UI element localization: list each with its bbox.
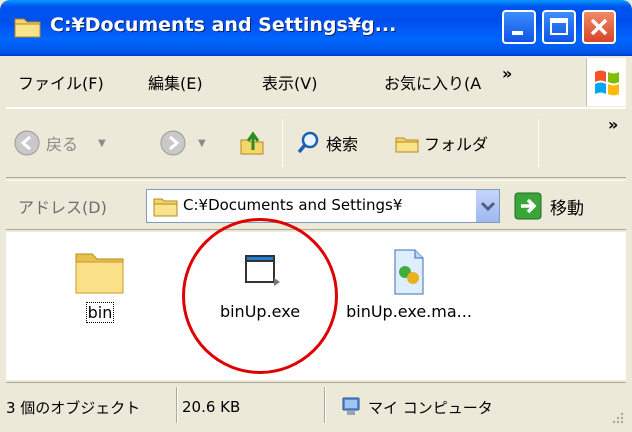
search-icon <box>297 131 319 154</box>
status-object-count: 3 個のオブジェクト <box>6 398 141 417</box>
address-bar: アドレス(D) C:¥Documents and Settings¥ 移動 <box>6 180 626 230</box>
folder-icon <box>153 198 178 217</box>
menu-bar: ファイル(F) 編集(E) 表示(V) お気に入り(A » <box>6 56 626 108</box>
forward-dropdown-icon[interactable]: ▼ <box>198 138 206 149</box>
status-separator <box>176 387 178 423</box>
explorer-window: C:¥Documents and Settings¥g... ファイル(F) 編… <box>0 0 632 432</box>
folder-icon <box>14 18 41 38</box>
chevron-down-icon <box>480 201 496 212</box>
file-item-bin[interactable]: bin <box>70 246 130 323</box>
window-title: C:¥Documents and Settings¥g... <box>50 14 397 36</box>
go-arrow-icon <box>514 192 542 220</box>
toolbar-separator <box>538 119 539 167</box>
go-button[interactable]: 移動 <box>514 190 624 222</box>
back-label: 戻る <box>46 135 79 154</box>
forward-button[interactable]: ▼ <box>158 125 206 161</box>
folders-button[interactable]: フォルダ <box>394 125 488 161</box>
file-list: bin binUp.exe binUp.exe.ma... <box>6 218 626 380</box>
maximize-icon <box>550 18 568 35</box>
status-location: マイ コンピュータ <box>340 393 493 421</box>
menu-favorites[interactable]: お気に入り(A <box>384 70 492 94</box>
menu-overflow-chevron[interactable]: » <box>502 64 512 83</box>
toolbar-overflow-chevron[interactable]: » <box>608 115 618 134</box>
forward-arrow-icon <box>160 130 186 156</box>
minimize-button[interactable] <box>502 10 536 44</box>
menu-edit[interactable]: 編集(E) <box>148 70 203 94</box>
maximize-button[interactable] <box>542 10 576 44</box>
back-arrow-icon <box>14 130 40 156</box>
windows-logo <box>586 58 626 106</box>
back-dropdown-icon[interactable]: ▼ <box>98 138 106 149</box>
folders-label: フォルダ <box>424 135 489 154</box>
search-button[interactable]: 検索 <box>296 125 358 161</box>
folders-icon <box>395 137 419 153</box>
menu-file[interactable]: ファイル(F) <box>18 70 104 94</box>
close-button[interactable] <box>582 10 616 44</box>
exe-icon <box>245 255 280 286</box>
address-dropdown-button[interactable] <box>475 190 499 222</box>
file-label: binUp.exe <box>219 302 301 321</box>
close-icon <box>590 18 608 36</box>
back-button[interactable]: 戻る ▼ <box>12 125 106 161</box>
search-label: 検索 <box>326 135 359 154</box>
address-label: アドレス(D) <box>18 198 107 217</box>
status-bar: 3 個のオブジェクト 20.6 KB マイ コンピュータ <box>6 382 626 426</box>
manifest-file-icon <box>394 249 424 295</box>
status-separator <box>324 387 326 423</box>
address-input[interactable]: C:¥Documents and Settings¥ <box>146 189 500 223</box>
up-folder-button[interactable] <box>238 125 268 161</box>
file-label: binUp.exe.ma... <box>346 302 472 321</box>
menu-view[interactable]: 表示(V) <box>262 70 317 94</box>
file-label: bin <box>85 302 115 323</box>
status-location-label: マイ コンピュータ <box>368 398 493 417</box>
go-label: 移動 <box>550 198 584 219</box>
up-folder-icon <box>240 131 264 155</box>
resize-grip-icon[interactable] <box>610 410 624 424</box>
toolbar: 戻る ▼ ▼ 検索 フォルダ » <box>6 108 626 178</box>
file-item-binup-exe[interactable]: binUp.exe <box>190 246 330 321</box>
toolbar-separator <box>282 119 283 167</box>
title-bar[interactable]: C:¥Documents and Settings¥g... <box>0 0 632 56</box>
my-computer-icon <box>342 397 360 415</box>
file-item-binup-manifest[interactable]: binUp.exe.ma... <box>334 246 484 321</box>
status-size: 20.6 KB <box>182 398 241 416</box>
address-value: C:¥Documents and Settings¥ <box>183 196 403 214</box>
minimize-icon <box>512 31 523 35</box>
folder-icon <box>75 253 124 294</box>
